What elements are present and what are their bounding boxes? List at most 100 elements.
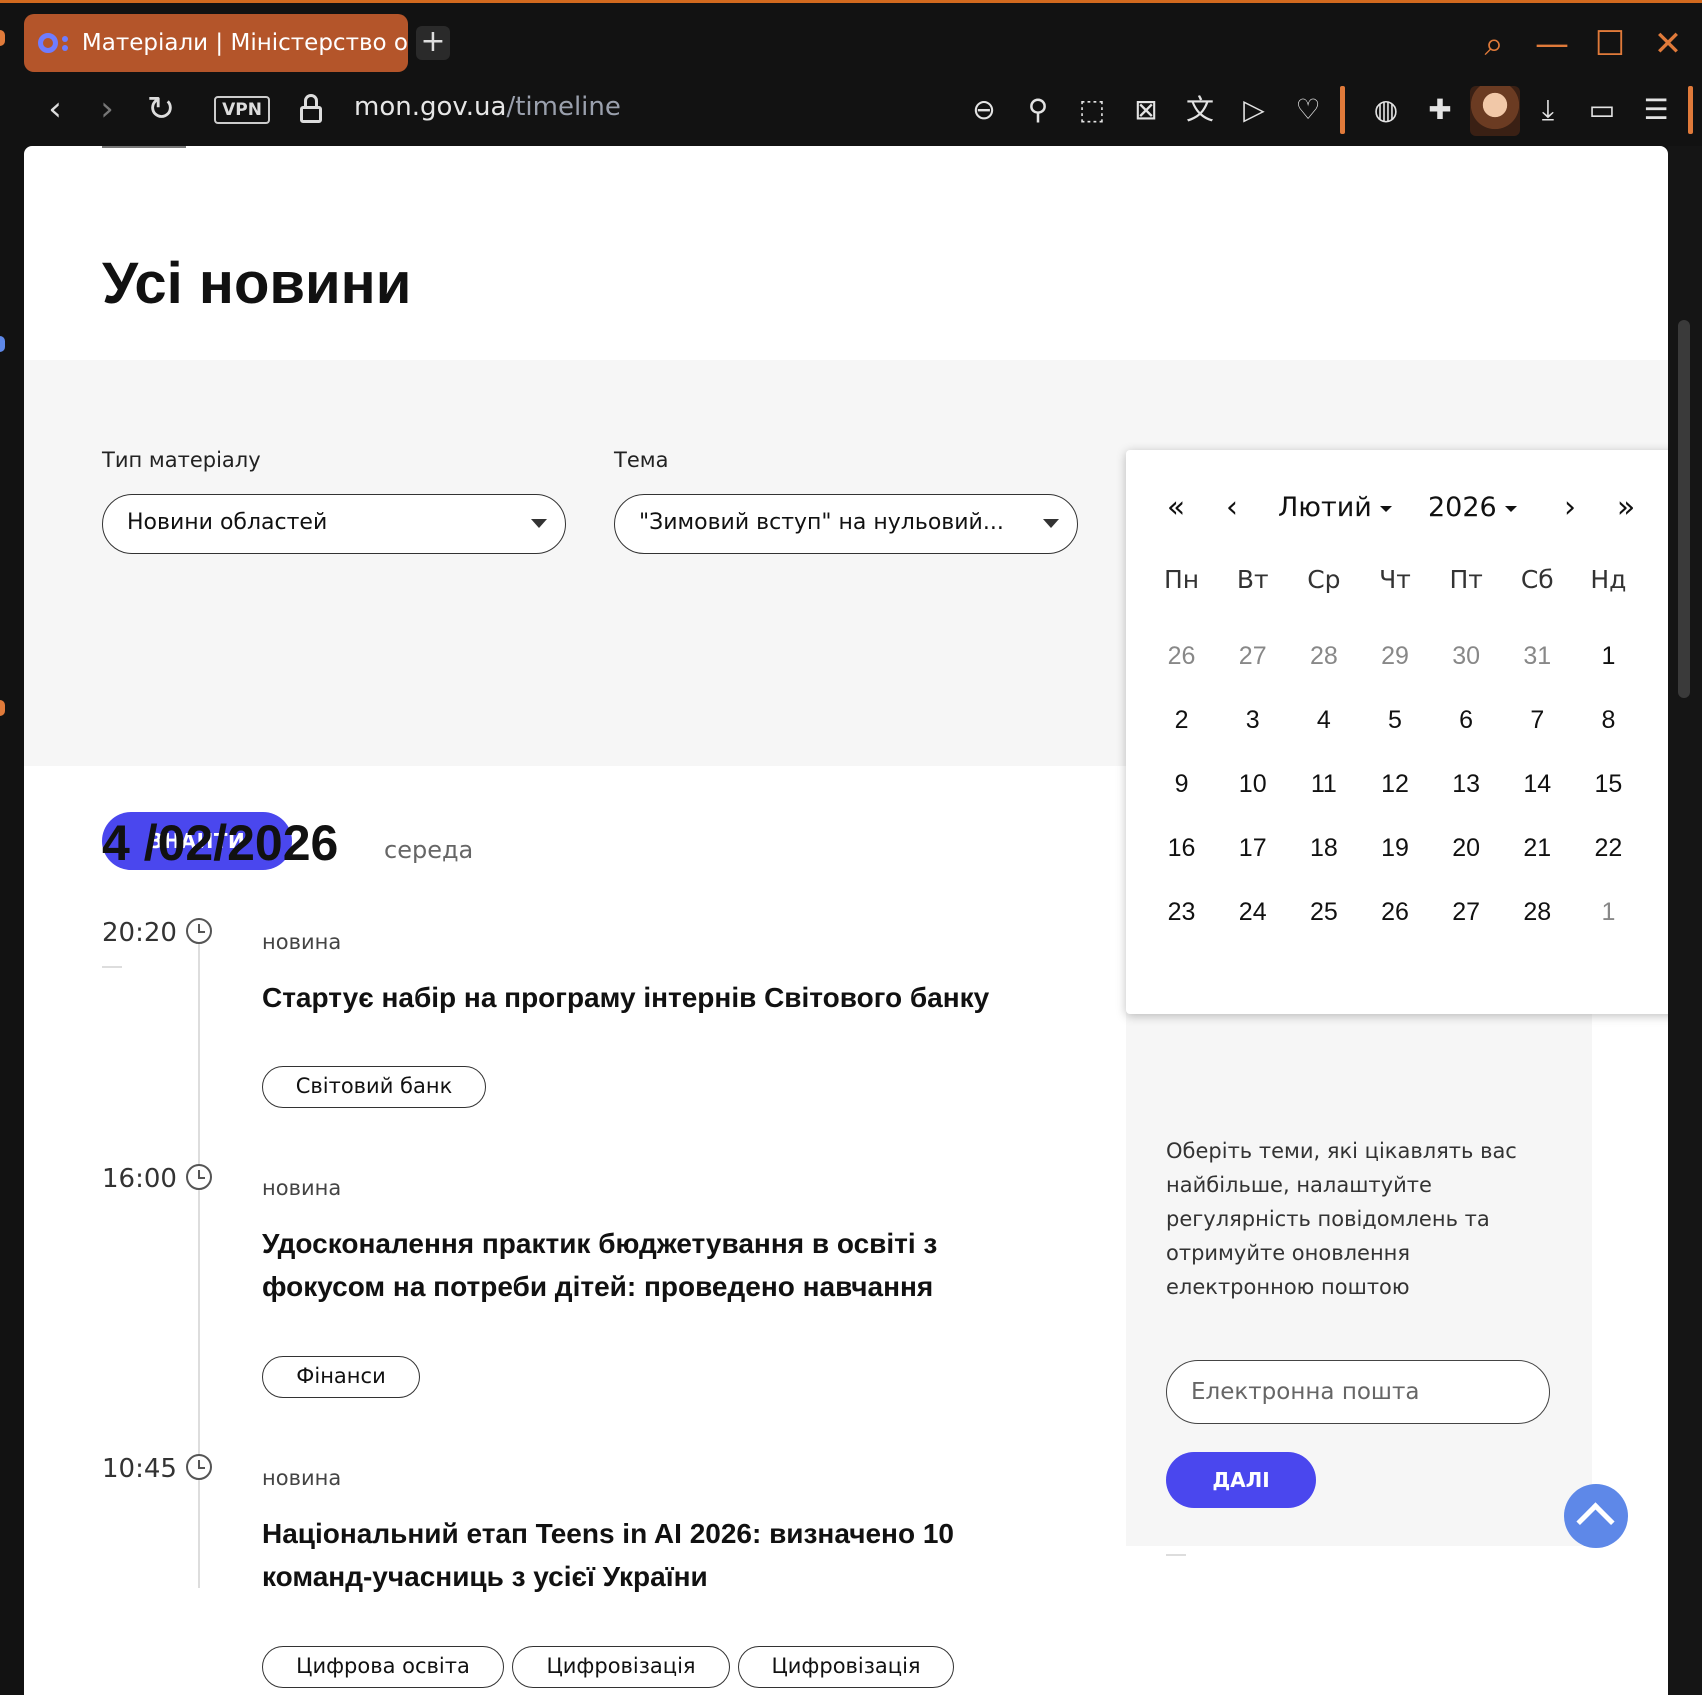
maximize-icon[interactable]: ☐ [1590,24,1630,64]
topic-select[interactable]: "Зимовий вступ" на нульовий... [614,494,1078,554]
calendar-day[interactable]: 26 [1359,880,1430,944]
profile-avatar[interactable] [1470,86,1520,136]
weekday-header: Чт [1379,565,1411,594]
toolbar-separator [1688,86,1693,134]
close-window-icon[interactable]: ✕ [1648,24,1688,64]
lock-icon[interactable] [300,94,322,124]
calendar-day[interactable]: 23 [1146,880,1217,944]
news-title-link[interactable]: Національний етап Teens in AI 2026: визн… [262,1512,1062,1598]
calendar-day[interactable]: 7 [1502,688,1573,752]
calendar-day[interactable]: 2 [1146,688,1217,752]
send-icon[interactable]: ▷ [1234,90,1274,130]
news-kind: новина [262,1466,342,1490]
adblock-icon[interactable]: ⊠ [1126,90,1166,130]
prev-month-icon[interactable]: ‹ [1212,488,1252,528]
calendar-day-outside[interactable]: 28 [1288,624,1359,688]
pin-icon[interactable]: ⚲ [1018,90,1058,130]
calendar-day[interactable]: 11 [1288,752,1359,816]
clock-icon [186,918,212,944]
month-select[interactable]: Лютий [1278,488,1392,528]
tag-finance[interactable]: Фінанси [262,1356,420,1398]
calendar-day-outside[interactable]: 29 [1359,624,1430,688]
calendar-day[interactable]: 19 [1359,816,1430,880]
material-type-select[interactable]: Новини областей [102,494,566,554]
weekday-header: Нд [1590,565,1627,594]
calendar-day[interactable]: 27 [1431,880,1502,944]
email-input[interactable] [1166,1360,1550,1424]
calendar-day[interactable]: 6 [1431,688,1502,752]
weekday-header: Вт [1236,565,1269,594]
calendar-day[interactable]: 4 [1288,688,1359,752]
calendar-day[interactable]: 3 [1217,688,1288,752]
next-button[interactable]: ДАЛІ [1166,1452,1316,1508]
vpn-button[interactable]: VPN [214,96,270,124]
search-icon[interactable]: ⌕ [1474,24,1514,64]
date-heading: 4 /02/2026 [102,815,339,871]
calendar-day[interactable]: 13 [1431,752,1502,816]
tag-digitalization[interactable]: Цифровізація [512,1646,730,1688]
year-select[interactable]: 2026 [1428,488,1517,528]
topic-value: "Зимовий вступ" на нульовий... [639,510,1004,535]
calendar-day[interactable]: 5 [1359,688,1430,752]
address-bar[interactable]: mon.gov.ua/timeline [354,92,621,122]
calendar-day-outside[interactable]: 1 [1573,880,1644,944]
calendar-day[interactable]: 10 [1217,752,1288,816]
tag-world-bank[interactable]: Світовий банк [262,1066,486,1108]
news-time: 16:00 [102,1164,177,1194]
date-picker-popup: « ‹ Лютий 2026 › » Пн Вт Ср Чт Пт Сб Нд 26 27 28 2… [1126,450,1668,1014]
calendar-day[interactable]: 8 [1573,688,1644,752]
web-page: Усі новини Тип матеріалу Новини областей… [24,146,1668,1695]
calendar-day[interactable]: 12 [1359,752,1430,816]
calendar-day[interactable]: 18 [1288,816,1359,880]
calendar-day-outside[interactable]: 31 [1502,624,1573,688]
calendar-day-outside[interactable]: 27 [1217,624,1288,688]
battery-saver-icon[interactable]: ▭ [1582,90,1622,130]
calendar-day[interactable]: 24 [1217,880,1288,944]
calendar-day-outside[interactable]: 26 [1146,624,1217,688]
calendar-day[interactable]: 1 [1573,624,1644,688]
weekday-header: Сб [1520,565,1554,594]
tab-title: Матеріали | Міністерство о [81,30,408,56]
page-title: Усі новини [102,251,412,316]
forward-icon[interactable]: › [86,88,128,130]
calendar-day[interactable]: 17 [1217,816,1288,880]
globe-icon[interactable]: ◍ [1366,90,1406,130]
calendar-day[interactable]: 28 [1502,880,1573,944]
minimize-icon[interactable]: — [1532,24,1572,64]
back-icon[interactable]: ‹ [34,88,76,130]
next-month-icon[interactable]: › [1550,488,1590,528]
weekday-header: Ср [1307,565,1341,594]
scrollbar-thumb[interactable] [1678,320,1690,698]
zoom-out-icon[interactable]: ⊖ [964,90,1004,130]
calendar-day[interactable]: 22 [1573,816,1644,880]
settings-icon[interactable]: ☰ [1636,90,1676,130]
calendar-day[interactable]: 15 [1573,752,1644,816]
download-icon[interactable]: ⤓ [1528,90,1568,130]
calendar-day[interactable]: 21 [1502,816,1573,880]
news-time: 20:20 [102,918,177,948]
news-time: 10:45 [102,1454,177,1484]
heart-icon[interactable]: ♡ [1288,90,1328,130]
calendar-day[interactable]: 14 [1502,752,1573,816]
next-year-icon[interactable]: » [1606,488,1646,528]
tag-digitalization[interactable]: Цифровізація [738,1646,954,1688]
tag-digital-education[interactable]: Цифрова освіта [262,1646,504,1688]
news-title-link[interactable]: Стартує набір на програму інтернів Світо… [262,976,1062,1019]
browser-tab-active[interactable]: Матеріали | Міністерство о [24,14,408,72]
snapshot-icon[interactable]: ⬚ [1072,90,1112,130]
prev-year-icon[interactable]: « [1156,488,1196,528]
extensions-icon[interactable]: ✚ [1420,90,1460,130]
calendar-day[interactable]: 9 [1146,752,1217,816]
news-kind: новина [262,930,342,954]
material-type-label: Тип матеріалу [102,448,261,472]
new-tab-button[interactable]: + [416,26,450,60]
translate-icon[interactable]: 文 [1180,90,1220,130]
news-title-link[interactable]: Удосконалення практик бюджетування в осв… [262,1222,1062,1308]
reload-icon[interactable]: ↻ [140,88,182,130]
clock-icon [186,1454,212,1480]
calendar-day[interactable]: 16 [1146,816,1217,880]
calendar-day-outside[interactable]: 30 [1431,624,1502,688]
calendar-day[interactable]: 25 [1288,880,1359,944]
scroll-to-top-button[interactable] [1564,1484,1628,1548]
calendar-day[interactable]: 20 [1431,816,1502,880]
